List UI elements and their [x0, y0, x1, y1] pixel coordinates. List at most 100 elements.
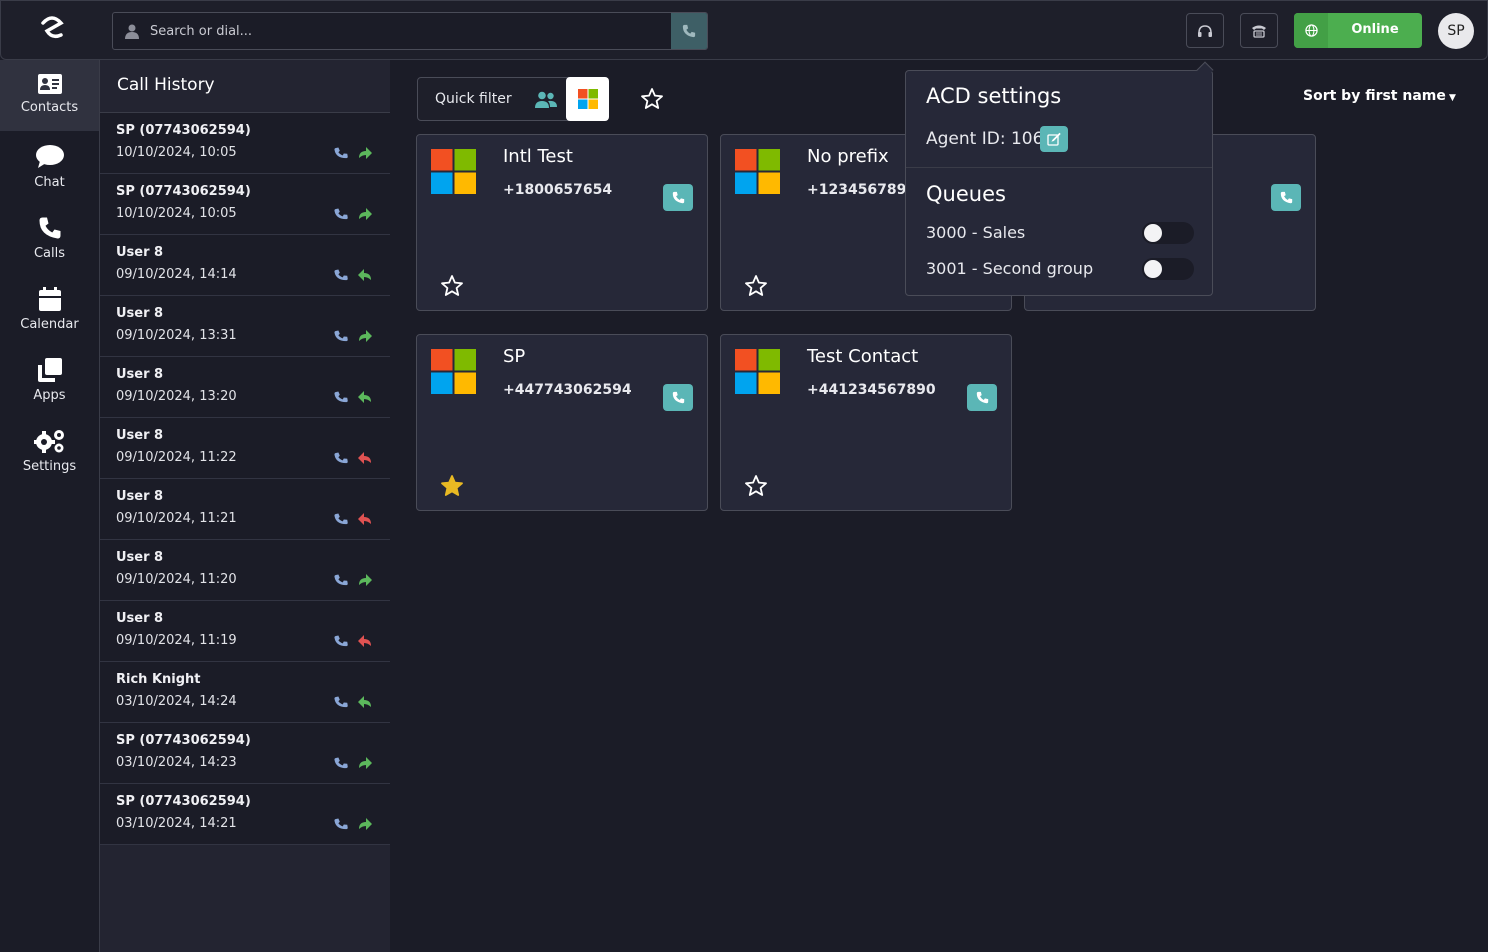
call-timestamp: 03/10/2024, 14:23 [116, 755, 237, 770]
caller-name: SP (07743062594) [116, 733, 251, 748]
edit-agent-id-button[interactable] [1040, 126, 1068, 152]
queue-label: 3001 - Second group [926, 259, 1094, 278]
call-back-phone-icon[interactable] [333, 816, 349, 832]
incoming-call-arrow-icon [358, 269, 371, 281]
outgoing-call-arrow-icon [359, 208, 372, 220]
contact-card[interactable]: Test Contact +441234567890 [720, 334, 1012, 511]
queue-toggle[interactable] [1142, 222, 1194, 244]
call-timestamp: 09/10/2024, 14:14 [116, 267, 237, 282]
quick-filter-label: Quick filter [435, 91, 512, 107]
phone-icon [1280, 191, 1292, 204]
people-filter-icon[interactable] [535, 91, 557, 108]
nav-item-calendar[interactable]: Calendar [0, 273, 99, 344]
call-back-phone-icon[interactable] [333, 755, 349, 771]
nav-item-settings[interactable]: Settings [0, 415, 99, 486]
outgoing-call-arrow-icon [359, 757, 372, 769]
headset-button[interactable] [1186, 13, 1224, 48]
nav-item-chat[interactable]: Chat [0, 131, 99, 202]
caller-name: User 8 [116, 489, 164, 504]
contact-name: Intl Test [503, 146, 573, 167]
desk-phone-button[interactable] [1240, 13, 1278, 48]
call-history-row[interactable]: User 8 09/10/2024, 11:20 [100, 540, 390, 601]
call-back-phone-icon[interactable] [333, 450, 349, 466]
user-icon [125, 24, 139, 39]
microsoft-logo-icon [577, 89, 598, 109]
nav-label-contacts: Contacts [20, 100, 79, 115]
call-history-row[interactable]: User 8 09/10/2024, 11:22 [100, 418, 390, 479]
search-input[interactable] [150, 13, 670, 49]
contact-card[interactable]: SP +447743062594 [416, 334, 708, 511]
call-back-phone-icon[interactable] [333, 572, 349, 588]
contact-name: No prefix [807, 146, 889, 167]
favorite-star-icon[interactable] [440, 274, 464, 298]
outgoing-call-arrow-icon [359, 147, 372, 159]
nav-item-apps[interactable]: Apps [0, 344, 99, 415]
call-contact-button[interactable] [663, 184, 693, 211]
acd-settings-title: ACD settings [926, 84, 1062, 108]
nav-item-contacts[interactable]: Contacts [0, 60, 99, 131]
phone-icon [682, 24, 696, 38]
call-history-row[interactable]: User 8 09/10/2024, 13:20 [100, 357, 390, 418]
favorite-star-icon[interactable] [744, 274, 768, 298]
apps-copy-icon [37, 358, 62, 382]
call-history-row[interactable]: Rich Knight 03/10/2024, 14:24 [100, 662, 390, 723]
call-back-phone-icon[interactable] [333, 145, 349, 161]
microsoft-logo-icon [735, 149, 780, 194]
call-back-phone-icon[interactable] [333, 511, 349, 527]
user-avatar[interactable]: SP [1438, 13, 1474, 49]
sort-dropdown[interactable]: Sort by first name ▼ [1303, 88, 1456, 104]
caller-name: Rich Knight [116, 672, 201, 687]
missed-call-arrow-icon [358, 452, 371, 464]
call-history-row[interactable]: SP (07743062594) 10/10/2024, 10:05 [100, 174, 390, 235]
caller-name: User 8 [116, 367, 164, 382]
nav-item-calls[interactable]: Calls [0, 202, 99, 273]
call-history-row[interactable]: SP (07743062594) 03/10/2024, 14:23 [100, 723, 390, 784]
call-history-title: Call History [117, 75, 215, 95]
contact-card[interactable]: Intl Test +1800657654 [416, 134, 708, 311]
phone-icon [39, 217, 60, 239]
app-logo-icon[interactable] [35, 15, 69, 45]
call-back-phone-icon[interactable] [333, 328, 349, 344]
call-timestamp: 09/10/2024, 11:20 [116, 572, 237, 587]
call-history-row[interactable]: User 8 09/10/2024, 11:21 [100, 479, 390, 540]
acd-settings-popover: ACD settings Agent ID: 106 Queues 3000 -… [905, 61, 1214, 296]
presence-status-button[interactable]: Online [1294, 13, 1422, 48]
favorite-star-icon[interactable] [744, 474, 768, 498]
call-back-phone-icon[interactable] [333, 206, 349, 222]
caller-name: User 8 [116, 245, 164, 260]
call-history-row[interactable]: User 8 09/10/2024, 13:31 [100, 296, 390, 357]
outgoing-call-arrow-icon [359, 330, 372, 342]
queue-label: 3000 - Sales [926, 223, 1026, 242]
call-timestamp: 09/10/2024, 13:20 [116, 389, 237, 404]
call-history-row[interactable]: User 8 09/10/2024, 11:19 [100, 601, 390, 662]
dial-button[interactable] [671, 13, 707, 49]
call-back-phone-icon[interactable] [333, 633, 349, 649]
queue-toggle[interactable] [1142, 258, 1194, 280]
call-history-row[interactable]: User 8 09/10/2024, 14:14 [100, 235, 390, 296]
microsoft-logo-icon [431, 349, 476, 394]
favorite-star-icon[interactable] [440, 474, 464, 498]
divider [906, 167, 1212, 168]
call-back-phone-icon[interactable] [333, 267, 349, 283]
call-back-phone-icon[interactable] [333, 694, 349, 710]
call-back-phone-icon[interactable] [333, 389, 349, 405]
globe-icon [1294, 13, 1328, 48]
nav-label-calendar: Calendar [20, 317, 79, 332]
nav-label-chat: Chat [34, 175, 65, 190]
headset-icon [1198, 24, 1212, 37]
call-timestamp: 10/10/2024, 10:05 [116, 206, 237, 221]
call-contact-button[interactable] [663, 384, 693, 411]
chat-bubble-icon [35, 145, 64, 168]
favorites-filter-star-icon[interactable] [640, 87, 664, 111]
nav-label-settings: Settings [22, 459, 77, 474]
call-contact-button[interactable] [967, 384, 997, 411]
call-history-row[interactable]: SP (07743062594) 10/10/2024, 10:05 [100, 113, 390, 174]
call-timestamp: 09/10/2024, 11:19 [116, 633, 237, 648]
call-history-row[interactable]: SP (07743062594) 03/10/2024, 14:21 [100, 784, 390, 845]
microsoft-filter-button[interactable] [566, 77, 609, 121]
edit-icon [1047, 132, 1061, 146]
caller-name: User 8 [116, 611, 164, 626]
call-contact-button[interactable] [1271, 184, 1301, 211]
contact-card-icon [37, 74, 62, 94]
contact-name: SP [503, 346, 526, 367]
